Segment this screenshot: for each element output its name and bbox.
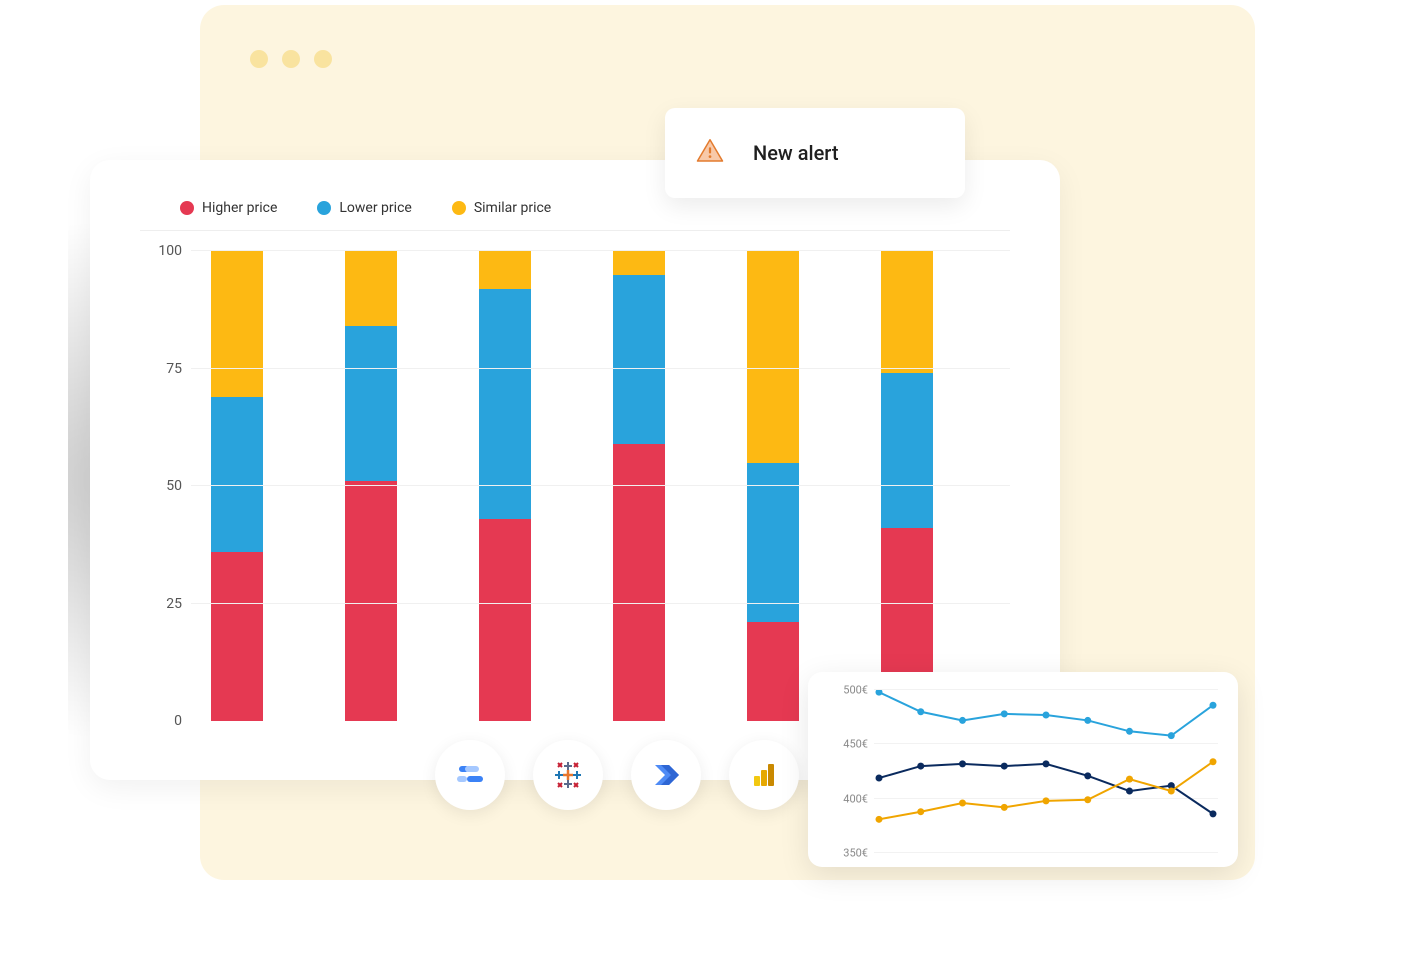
- mini-line-point[interactable]: [1043, 760, 1050, 767]
- mini-line-point[interactable]: [917, 708, 924, 715]
- bar-segment: [613, 275, 665, 444]
- window-dot: [250, 50, 268, 68]
- price-trend-mini-chart: 350€ 400€ 450€ 500€: [808, 672, 1238, 867]
- bar-segment: [881, 251, 933, 373]
- swatch-lower: [317, 201, 331, 215]
- gridline: [191, 603, 1010, 604]
- legend-label: Similar price: [474, 200, 551, 216]
- mini-line-point[interactable]: [1126, 728, 1133, 735]
- mini-line-point[interactable]: [1126, 788, 1133, 795]
- stacked-bar[interactable]: [613, 251, 665, 721]
- looker-studio-icon: [453, 758, 487, 792]
- stacked-bar[interactable]: [881, 251, 933, 721]
- alert-label: New alert: [753, 141, 839, 165]
- mini-line-point[interactable]: [1168, 788, 1175, 795]
- bar-segment: [211, 251, 263, 397]
- mini-y-tick-label: 400€: [843, 792, 868, 805]
- mini-line-point[interactable]: [876, 690, 883, 696]
- y-tick-label: 75: [166, 361, 182, 377]
- y-tick-label: 0: [174, 713, 182, 729]
- mini-line-point[interactable]: [1084, 772, 1091, 779]
- swatch-similar: [452, 201, 466, 215]
- bar-segment: [479, 519, 531, 721]
- bars-container: [191, 251, 1010, 721]
- power-bi-icon: [749, 760, 779, 790]
- mini-line-point[interactable]: [876, 775, 883, 782]
- bar-segment: [747, 622, 799, 721]
- mini-line-point[interactable]: [1084, 796, 1091, 803]
- mini-line-point[interactable]: [1210, 758, 1217, 765]
- bar-segment: [747, 251, 799, 463]
- mini-line-point[interactable]: [1210, 702, 1217, 709]
- mini-y-axis: 350€400€450€500€: [828, 690, 874, 853]
- gridline: [191, 485, 1010, 486]
- mini-line-series: [879, 762, 1213, 820]
- bar-segment: [613, 251, 665, 275]
- mini-line-point[interactable]: [959, 717, 966, 724]
- legend-item-lower[interactable]: Lower price: [317, 200, 411, 216]
- stacked-bar[interactable]: [747, 251, 799, 721]
- new-alert-card[interactable]: New alert: [665, 108, 965, 198]
- bar-segment: [211, 552, 263, 721]
- y-tick-label: 50: [166, 478, 182, 494]
- legend-label: Higher price: [202, 200, 277, 216]
- legend-item-similar[interactable]: Similar price: [452, 200, 551, 216]
- chart-legend: Higher price Lower price Similar price: [140, 200, 1010, 231]
- power-automate-icon: [649, 758, 683, 792]
- gridline: [191, 250, 1010, 251]
- mini-line-point[interactable]: [1001, 804, 1008, 811]
- window-controls: [250, 50, 332, 68]
- y-tick-label: 25: [166, 596, 182, 612]
- mini-y-tick-label: 350€: [843, 847, 868, 860]
- mini-line-point[interactable]: [1043, 797, 1050, 804]
- legend-label: Lower price: [339, 200, 411, 216]
- tableau-logo[interactable]: [533, 740, 603, 810]
- mini-plot-area: [874, 690, 1218, 853]
- mini-line-point[interactable]: [917, 808, 924, 815]
- mini-line-point[interactable]: [1084, 717, 1091, 724]
- chart-body: 0255075100: [140, 251, 1010, 721]
- power-automate-logo[interactable]: [631, 740, 701, 810]
- bar-segment: [345, 326, 397, 481]
- window-dot: [282, 50, 300, 68]
- mini-line-point[interactable]: [1126, 776, 1133, 783]
- mini-line-point[interactable]: [876, 816, 883, 823]
- looker-studio-logo[interactable]: [435, 740, 505, 810]
- mini-line-point[interactable]: [959, 760, 966, 767]
- swatch-higher: [180, 201, 194, 215]
- stacked-bar[interactable]: [211, 251, 263, 721]
- bar-segment: [345, 481, 397, 721]
- mini-line-point[interactable]: [1043, 711, 1050, 718]
- window-dot: [314, 50, 332, 68]
- bar-segment: [881, 373, 933, 528]
- power-bi-logo[interactable]: [729, 740, 799, 810]
- mini-line-point[interactable]: [917, 763, 924, 770]
- legend-item-higher[interactable]: Higher price: [180, 200, 277, 216]
- mini-line-svg: [874, 690, 1218, 853]
- stacked-bar[interactable]: [479, 251, 531, 721]
- bar-segment: [747, 463, 799, 623]
- mini-y-tick-label: 500€: [843, 684, 868, 697]
- mini-line-point[interactable]: [959, 800, 966, 807]
- plot-area: [190, 251, 1010, 721]
- mini-line-point[interactable]: [1168, 732, 1175, 739]
- gridline: [191, 368, 1010, 369]
- integration-logos: [435, 740, 799, 810]
- mini-line-point[interactable]: [1001, 710, 1008, 717]
- bar-segment: [479, 251, 531, 289]
- bar-segment: [345, 251, 397, 326]
- mini-y-tick-label: 450€: [843, 738, 868, 751]
- bar-segment: [211, 397, 263, 552]
- warning-triangle-icon: [695, 136, 725, 170]
- y-axis: 0255075100: [140, 251, 190, 721]
- mini-line-point[interactable]: [1001, 763, 1008, 770]
- mini-line-point[interactable]: [1210, 810, 1217, 817]
- stacked-bar[interactable]: [345, 251, 397, 721]
- tableau-icon: [551, 758, 585, 792]
- y-tick-label: 100: [158, 243, 182, 259]
